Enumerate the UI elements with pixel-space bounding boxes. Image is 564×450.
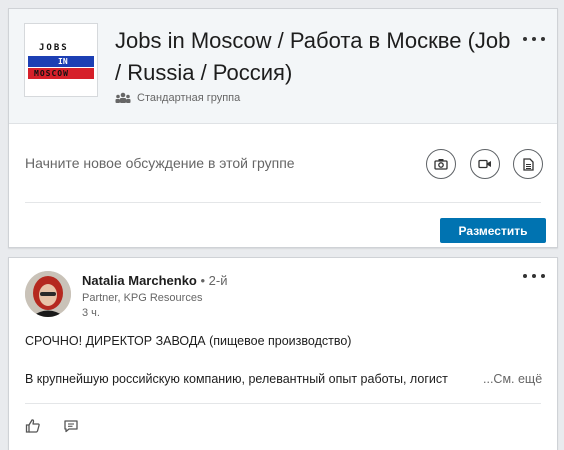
logo-line-moscow: MOSCOW [34, 69, 69, 78]
post-button[interactable]: Разместить [440, 218, 546, 243]
logo-line-in: IN [58, 57, 68, 66]
see-more-link[interactable]: ...См. ещё [483, 372, 542, 386]
logo-blue-stripe: IN [28, 56, 94, 67]
connection-degree: • 2-й [196, 273, 228, 288]
people-group-icon [115, 92, 131, 103]
document-button[interactable] [513, 149, 543, 179]
logo-line-jobs: JOBS [39, 43, 69, 53]
group-header: JOBS IN MOSCOW Jobs in Moscow / Работа в… [9, 9, 557, 124]
group-card: JOBS IN MOSCOW Jobs in Moscow / Работа в… [8, 8, 558, 248]
camera-icon [434, 159, 448, 170]
like-button[interactable] [25, 418, 41, 439]
video-camera-icon [478, 159, 491, 169]
new-discussion-input[interactable]: Начните новое обсуждение в этой группе [25, 155, 295, 171]
post-text-line-2: В крупнейшую российскую компанию, релева… [25, 372, 448, 386]
camera-button[interactable] [426, 149, 456, 179]
group-logo[interactable]: JOBS IN MOSCOW [24, 23, 98, 97]
author-headline: Partner, KPG Resources [82, 292, 203, 304]
avatar[interactable] [25, 271, 71, 317]
comment-icon [64, 420, 78, 433]
more-dots-icon[interactable] [523, 34, 545, 44]
post-more-dots-icon[interactable] [523, 271, 545, 281]
logo-red-stripe: MOSCOW [28, 68, 94, 79]
group-title[interactable]: Jobs in Moscow / Работа в Москве (Job / … [115, 25, 515, 89]
post-text-line-1: СРОЧНО! ДИРЕКТОР ЗАВОДА (пищевое произво… [25, 334, 352, 348]
comment-button[interactable] [63, 418, 79, 439]
post-time: 3 ч. [82, 307, 100, 319]
group-type: Стандартная группа [115, 92, 240, 104]
post-card: Natalia Marchenko • 2-й Partner, KPG Res… [8, 257, 558, 450]
author-name[interactable]: Natalia Marchenko [82, 273, 197, 288]
thumbs-up-icon [25, 419, 40, 433]
group-type-label: Стандартная группа [137, 92, 241, 104]
post-author[interactable]: Natalia Marchenko • 2-й [82, 273, 227, 288]
post-divider [25, 403, 541, 404]
video-button[interactable] [470, 149, 500, 179]
compose-divider [25, 202, 541, 203]
document-icon [522, 157, 534, 171]
avatar-photo [25, 271, 71, 317]
